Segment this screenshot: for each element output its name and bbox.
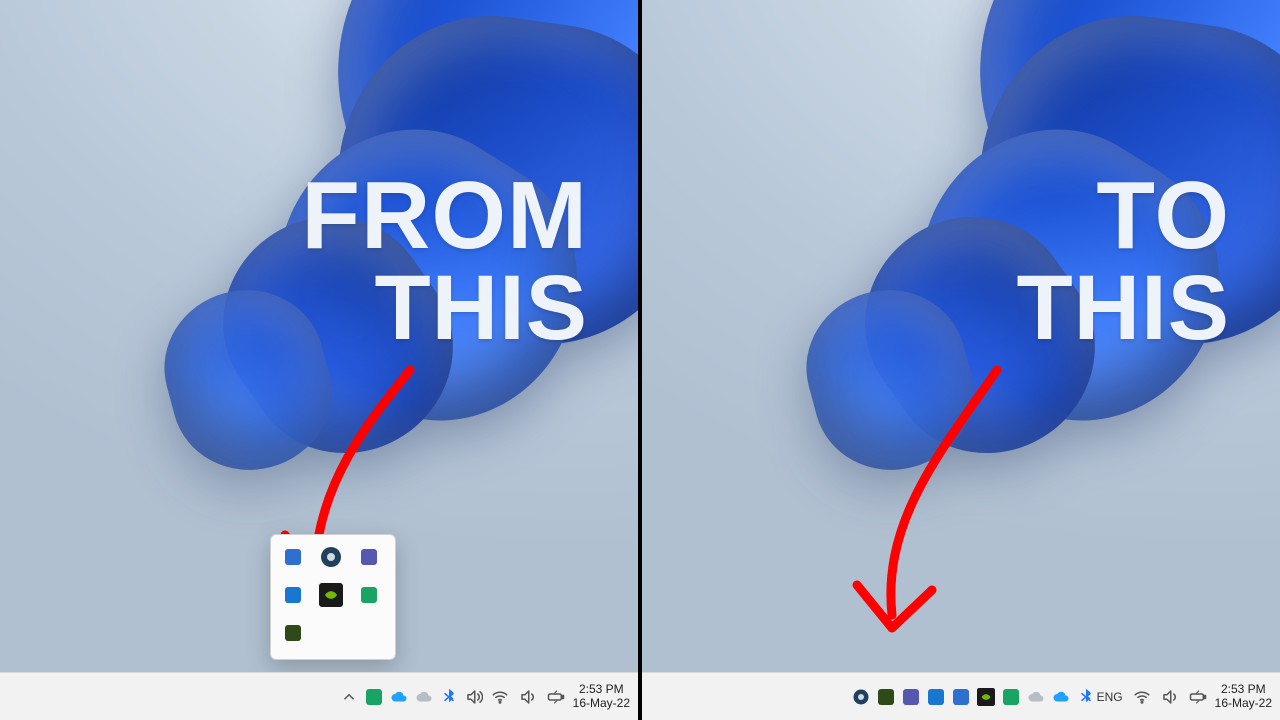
arrow-annotation xyxy=(822,360,1042,660)
caption-to-this: TO THIS xyxy=(1016,170,1230,353)
outlook-icon[interactable] xyxy=(927,688,945,706)
battery-icon[interactable] xyxy=(1189,688,1207,706)
taskbar: ENG 2:53 PM 16-May-22 xyxy=(642,672,1280,720)
before-panel: FROM THIS 2:53 PM 16-May-22 xyxy=(0,0,638,720)
onedrive-icon[interactable] xyxy=(390,688,408,706)
system-icons[interactable] xyxy=(491,688,565,706)
sound-icon[interactable] xyxy=(1161,688,1179,706)
system-icons-right[interactable] xyxy=(1133,688,1207,706)
bing-icon[interactable] xyxy=(319,545,343,569)
nvidia-icon[interactable] xyxy=(319,583,343,607)
k-app-icon[interactable] xyxy=(1002,688,1020,706)
clock-date: 16-May-22 xyxy=(573,697,630,711)
teams-icon[interactable] xyxy=(902,688,920,706)
tray-overflow-popup[interactable] xyxy=(270,534,396,660)
idm-icon[interactable] xyxy=(877,688,895,706)
clock[interactable]: 2:53 PM 16-May-22 xyxy=(573,683,630,711)
clock-time: 2:53 PM xyxy=(573,683,630,697)
wifi-icon[interactable] xyxy=(1133,688,1151,706)
battery-icon[interactable] xyxy=(547,688,565,706)
clock[interactable]: 2:53 PM 16-May-22 xyxy=(1215,683,1272,711)
sound-icon[interactable] xyxy=(519,688,537,706)
k-app-icon[interactable] xyxy=(365,688,383,706)
taskbar: 2:53 PM 16-May-22 xyxy=(0,672,638,720)
nvidia-icon[interactable] xyxy=(977,688,995,706)
clock-time: 2:53 PM xyxy=(1215,683,1272,697)
todo-icon[interactable] xyxy=(952,688,970,706)
teams-icon[interactable] xyxy=(357,545,381,569)
caption-from-this: FROM THIS xyxy=(301,170,588,353)
overflow-chevron-icon[interactable] xyxy=(340,688,358,706)
k-app-icon[interactable] xyxy=(357,583,381,607)
onedrive-icon[interactable] xyxy=(1052,688,1070,706)
tray-right xyxy=(852,688,1095,706)
outlook-icon[interactable] xyxy=(281,583,305,607)
after-panel: TO THIS ENG 2:53 PM 16-May-22 xyxy=(642,0,1280,720)
clock-date: 16-May-22 xyxy=(1215,697,1272,711)
todo-icon[interactable] xyxy=(281,545,305,569)
weather-icon[interactable] xyxy=(415,688,433,706)
volume-icon[interactable] xyxy=(465,688,483,706)
bing-icon[interactable] xyxy=(852,688,870,706)
weather-icon[interactable] xyxy=(1027,688,1045,706)
tray-left xyxy=(340,688,483,706)
language-indicator[interactable]: ENG xyxy=(1095,690,1125,704)
wifi-icon[interactable] xyxy=(491,688,509,706)
bluetooth-icon[interactable] xyxy=(1077,688,1095,706)
bluetooth-icon[interactable] xyxy=(440,688,458,706)
idm-icon[interactable] xyxy=(281,621,305,645)
